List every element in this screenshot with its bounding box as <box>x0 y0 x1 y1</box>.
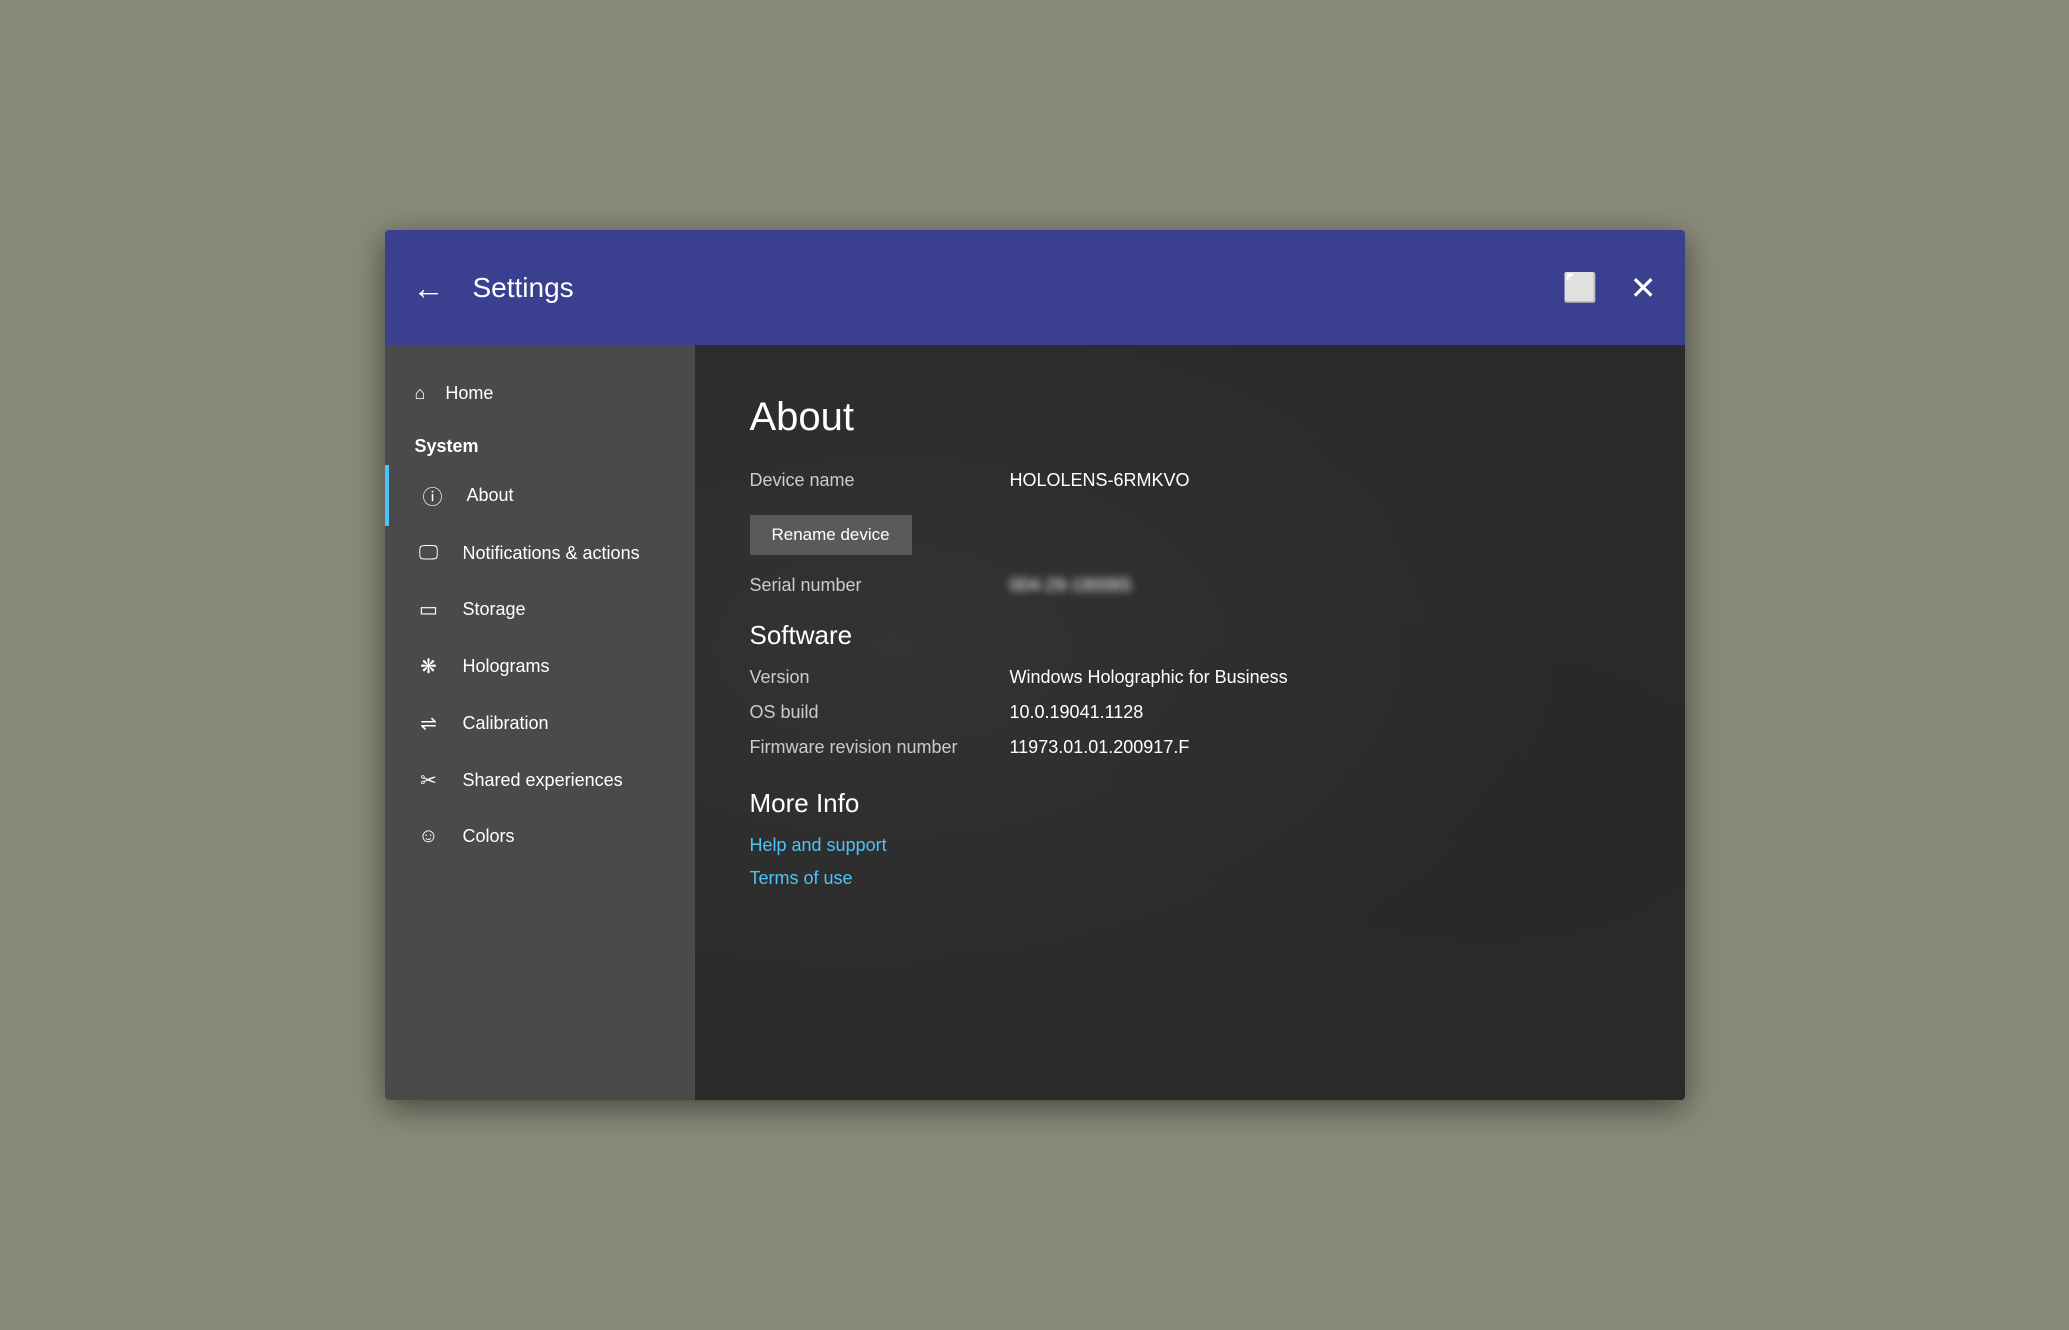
colors-icon: ☺ <box>415 825 443 848</box>
home-icon: ⌂ <box>415 383 426 404</box>
system-section-label: System <box>385 422 695 465</box>
os-build-label: OS build <box>750 702 1010 723</box>
snap-icon[interactable]: ⬜ <box>1563 271 1598 304</box>
software-heading: Software <box>750 620 1630 651</box>
serial-number-value: 004-29-190065 <box>1010 575 1132 596</box>
titlebar-right: ⬜ ✕ <box>1563 269 1657 307</box>
sidebar-item-notifications[interactable]: 🖵 Notifications & actions <box>385 526 695 581</box>
main-content: About Device name HOLOLENS-6RMKVO Rename… <box>695 345 1685 1100</box>
os-build-row: OS build 10.0.19041.1128 <box>750 702 1630 723</box>
sidebar-item-colors[interactable]: ☺ Colors <box>385 809 695 864</box>
sidebar-item-calibration[interactable]: ⇌ Calibration <box>385 695 695 752</box>
settings-window: ← Settings ⬜ ✕ ⌂ Home System ⓘ About 🖵 N… <box>385 230 1685 1100</box>
serial-number-row: Serial number 004-29-190065 <box>750 575 1630 596</box>
content-area: ⌂ Home System ⓘ About 🖵 Notifications & … <box>385 345 1685 1100</box>
titlebar-title: Settings <box>473 272 574 304</box>
rename-device-button[interactable]: Rename device <box>750 515 912 555</box>
page-title: About <box>750 395 1630 440</box>
sidebar-home-label: Home <box>445 383 493 404</box>
sidebar-label-about: About <box>467 485 514 506</box>
device-name-value: HOLOLENS-6RMKVO <box>1010 470 1190 491</box>
sidebar-item-storage[interactable]: ▭ Storage <box>385 581 695 638</box>
os-build-value: 10.0.19041.1128 <box>1010 702 1144 723</box>
terms-of-use-link[interactable]: Terms of use <box>750 868 1630 889</box>
sidebar-item-about[interactable]: ⓘ About <box>385 465 695 526</box>
about-icon: ⓘ <box>419 481 447 510</box>
holograms-icon: ❋ <box>415 654 443 679</box>
serial-number-label: Serial number <box>750 575 1010 596</box>
titlebar: ← Settings ⬜ ✕ <box>385 230 1685 345</box>
sidebar-item-shared[interactable]: ✂ Shared experiences <box>385 752 695 809</box>
sidebar-label-shared: Shared experiences <box>463 770 623 791</box>
version-value: Windows Holographic for Business <box>1010 667 1288 688</box>
device-name-label: Device name <box>750 470 1010 491</box>
calibration-icon: ⇌ <box>415 711 443 736</box>
shared-icon: ✂ <box>415 768 443 793</box>
firmware-label: Firmware revision number <box>750 737 1010 758</box>
sidebar-label-holograms: Holograms <box>463 656 550 677</box>
firmware-value: 11973.01.01.200917.F <box>1010 737 1190 758</box>
sidebar: ⌂ Home System ⓘ About 🖵 Notifications & … <box>385 345 695 1100</box>
notifications-icon: 🖵 <box>415 542 443 565</box>
more-info-heading: More Info <box>750 788 1630 819</box>
storage-icon: ▭ <box>415 597 443 622</box>
sidebar-item-holograms[interactable]: ❋ Holograms <box>385 638 695 695</box>
device-name-row: Device name HOLOLENS-6RMKVO <box>750 470 1630 491</box>
sidebar-item-home[interactable]: ⌂ Home <box>385 365 695 422</box>
close-button[interactable]: ✕ <box>1630 269 1657 307</box>
titlebar-left: ← Settings <box>413 272 1563 304</box>
sidebar-label-calibration: Calibration <box>463 713 549 734</box>
sidebar-label-colors: Colors <box>463 826 515 847</box>
sidebar-label-notifications: Notifications & actions <box>463 543 640 564</box>
back-button[interactable]: ← <box>413 272 445 304</box>
help-and-support-link[interactable]: Help and support <box>750 835 1630 856</box>
firmware-row: Firmware revision number 11973.01.01.200… <box>750 737 1630 758</box>
version-label: Version <box>750 667 1010 688</box>
version-row: Version Windows Holographic for Business <box>750 667 1630 688</box>
sidebar-label-storage: Storage <box>463 599 526 620</box>
